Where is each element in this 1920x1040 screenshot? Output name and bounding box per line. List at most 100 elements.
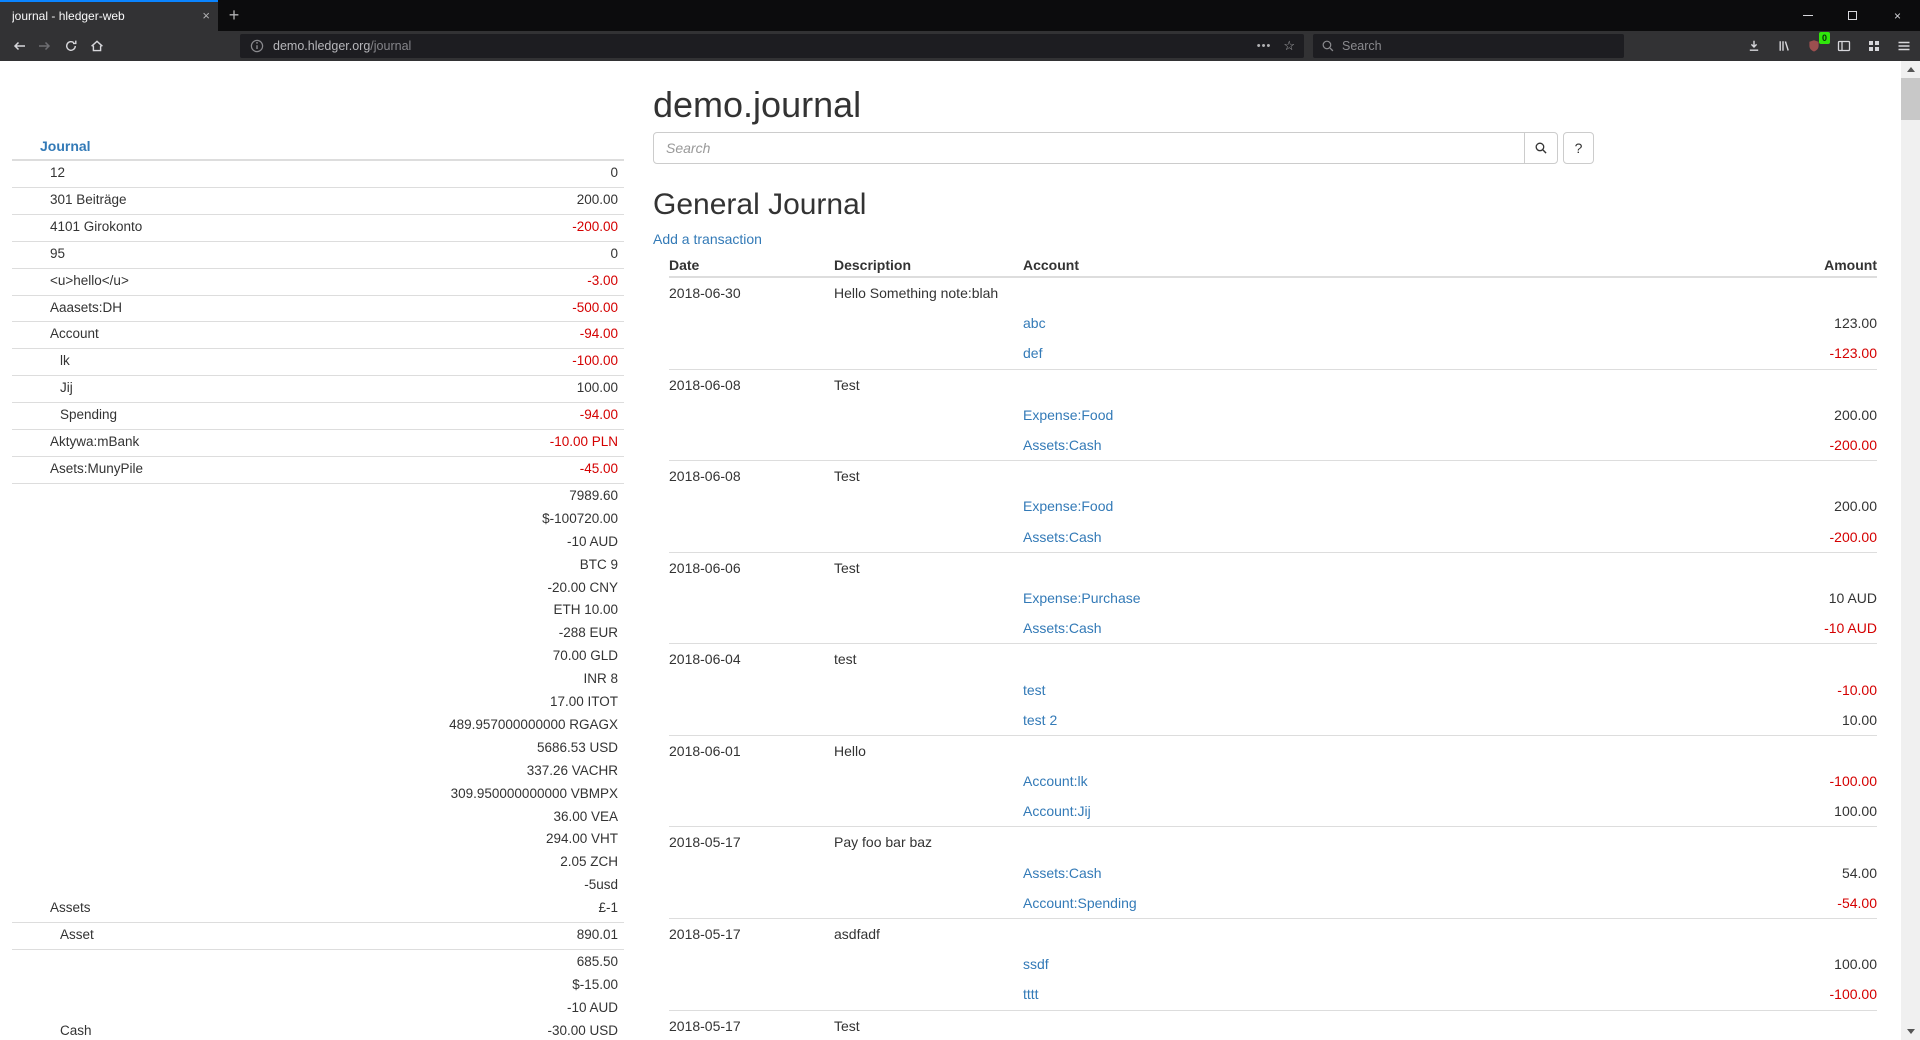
sidebar-account-link[interactable]: Assets bbox=[12, 897, 91, 920]
forward-button[interactable] bbox=[32, 33, 58, 59]
page-scrollbar[interactable] bbox=[1901, 61, 1920, 1040]
sidebar-account-link[interactable]: Jij bbox=[12, 377, 73, 400]
posting-row: Assets:Cash 54.00 bbox=[669, 858, 1877, 888]
blocked-count-badge: 0 bbox=[1819, 32, 1830, 44]
transaction: 2018-06-08TestExpense:Food200.00Assets:C… bbox=[669, 460, 1877, 552]
reload-button[interactable] bbox=[58, 33, 84, 59]
window-minimize-button[interactable] bbox=[1785, 0, 1830, 31]
posting-account-cell: abc bbox=[1023, 315, 1834, 331]
search-help-button[interactable]: ? bbox=[1563, 132, 1594, 164]
sidebar-account-link[interactable]: 95 bbox=[12, 243, 65, 266]
sidebar-account-row: Asset890.01 bbox=[12, 923, 624, 950]
blocker-extension-button[interactable]: 0 bbox=[1802, 34, 1826, 58]
home-button[interactable] bbox=[84, 33, 110, 59]
sidebar-account-balance: -100.00 bbox=[70, 350, 624, 373]
back-button[interactable] bbox=[6, 33, 32, 59]
sidebar-account-link[interactable]: Asset bbox=[12, 924, 94, 947]
sidebar-account-link[interactable]: Spending bbox=[12, 404, 117, 427]
sidebars-button[interactable] bbox=[1832, 34, 1856, 58]
menu-button[interactable] bbox=[1892, 34, 1916, 58]
downloads-button[interactable] bbox=[1742, 34, 1766, 58]
balance-amount: -20.00 CNY bbox=[91, 577, 618, 600]
site-info-icon[interactable] bbox=[249, 38, 265, 54]
posting-account-link[interactable]: Assets:Cash bbox=[1023, 865, 1102, 881]
window-maximize-button[interactable] bbox=[1830, 0, 1875, 31]
posting-account-link[interactable]: Account:Jij bbox=[1023, 803, 1091, 819]
posting-account-cell: ssdf bbox=[1023, 956, 1834, 972]
posting-account-cell: Account:Spending bbox=[1023, 895, 1837, 911]
balance-amount: -500.00 bbox=[122, 297, 618, 320]
sidebar-account-row: 4101 Girokonto-200.00 bbox=[12, 215, 624, 242]
posting-account-link[interactable]: test 2 bbox=[1023, 712, 1057, 728]
url-bar[interactable]: demo.hledger.org/journal ••• ☆ bbox=[240, 34, 1304, 58]
scroll-down-button[interactable] bbox=[1901, 1023, 1920, 1040]
window-close-button[interactable]: × bbox=[1875, 0, 1920, 31]
posting-account-link[interactable]: Assets:Cash bbox=[1023, 437, 1102, 453]
library-icon bbox=[1776, 38, 1792, 54]
posting-amount: -100.00 bbox=[1830, 986, 1877, 1002]
posting-amount: -200.00 bbox=[1830, 437, 1877, 453]
sidebar-account-row: Asets:MunyPile-45.00 bbox=[12, 457, 624, 484]
posting-row: Assets:Cash -200.00 bbox=[669, 430, 1877, 460]
bookmark-star-icon[interactable]: ☆ bbox=[1283, 38, 1295, 54]
library-button[interactable] bbox=[1772, 34, 1796, 58]
balance-amount: -3.00 bbox=[129, 270, 618, 293]
posting-account-link[interactable]: Expense:Purchase bbox=[1023, 590, 1141, 606]
posting-row: Assets:Cash-10 AUD bbox=[669, 613, 1877, 643]
posting-account-link[interactable]: Account:lk bbox=[1023, 773, 1088, 789]
balance-amount: 0 bbox=[65, 162, 618, 185]
posting-account-link[interactable]: Account:Spending bbox=[1023, 895, 1137, 911]
sidebar-account-link[interactable]: 301 Beiträge bbox=[12, 189, 127, 212]
accounts-sidebar: Journal 120 301 Beiträge200.004101 Giroko… bbox=[12, 136, 624, 1040]
balance-amount: -10 AUD bbox=[91, 531, 618, 554]
posting-account-link[interactable]: Assets:Cash bbox=[1023, 620, 1102, 636]
posting-account-link[interactable]: def bbox=[1023, 345, 1042, 361]
journal-search-button[interactable] bbox=[1524, 132, 1558, 164]
sidebar-account-row: 950 bbox=[12, 242, 624, 269]
sidebar-account-link[interactable]: Account bbox=[12, 323, 99, 346]
posting-account-link[interactable]: Expense:Food bbox=[1023, 498, 1113, 514]
extension-button-2[interactable] bbox=[1862, 34, 1886, 58]
sidebar-account-link[interactable]: 12 bbox=[12, 162, 65, 185]
main-panel: demo.journal ? General Journal Add a tra… bbox=[653, 61, 1877, 1040]
posting-account-cell: Assets:Cash bbox=[1023, 437, 1830, 453]
new-tab-button[interactable]: + bbox=[218, 0, 250, 31]
posting-account-link[interactable]: Expense:Food bbox=[1023, 407, 1113, 423]
sidebar-account-link[interactable]: 4101 Girokonto bbox=[12, 216, 142, 239]
sidebar-journal-heading[interactable]: Journal bbox=[12, 136, 624, 161]
url-text[interactable]: demo.hledger.org/journal bbox=[273, 39, 1257, 53]
balance-amount: 36.00 VEA bbox=[91, 806, 618, 829]
sidebar-account-link[interactable]: Aktywa:mBank bbox=[12, 431, 139, 454]
sidebar-account-link[interactable]: Aaasets:DH bbox=[12, 297, 122, 320]
scrollbar-thumb[interactable] bbox=[1901, 78, 1920, 120]
sidebar-account-link[interactable]: Asets:MunyPile bbox=[12, 458, 143, 481]
posting-account-link[interactable]: Assets:Cash bbox=[1023, 529, 1102, 545]
browser-search-box[interactable]: Search bbox=[1313, 34, 1624, 58]
sidebar-account-link[interactable]: <u>hello</u> bbox=[12, 270, 129, 293]
sidebar-account-link[interactable]: lk bbox=[12, 350, 70, 373]
posting-amount: 54.00 bbox=[1842, 865, 1877, 881]
posting-row: test-10.00 bbox=[669, 674, 1877, 704]
balance-amount: -5usd bbox=[91, 874, 618, 897]
balance-amount: ETH 10.00 bbox=[91, 599, 618, 622]
sidebar-account-row: 301 Beiträge200.00 bbox=[12, 188, 624, 215]
scroll-up-button[interactable] bbox=[1901, 61, 1920, 78]
posting-account-link[interactable]: tttt bbox=[1023, 986, 1039, 1002]
sidebar-account-link[interactable]: Cash bbox=[12, 1020, 92, 1040]
page-actions-icon[interactable]: ••• bbox=[1257, 40, 1272, 52]
browser-tab-journal[interactable]: journal - hledger-web × bbox=[0, 0, 218, 31]
transaction-description: Test bbox=[834, 1018, 1877, 1034]
toolbar-icons: 0 bbox=[1742, 34, 1916, 58]
add-transaction-link[interactable]: Add a transaction bbox=[653, 231, 762, 247]
tab-close-icon[interactable]: × bbox=[202, 8, 210, 23]
balance-amount: £-1 bbox=[91, 897, 618, 920]
posting-account-link[interactable]: test bbox=[1023, 682, 1046, 698]
posting-account-link[interactable]: ssdf bbox=[1023, 956, 1049, 972]
journal-table-header: Date Description Account Amount bbox=[669, 255, 1877, 278]
posting-account-link[interactable]: abc bbox=[1023, 315, 1046, 331]
posting-row: Expense:Purchase10 AUD bbox=[669, 583, 1877, 613]
posting-account-cell: test 2 bbox=[1023, 712, 1842, 728]
transaction: 2018-06-06TestExpense:Purchase10 AUDAsse… bbox=[669, 552, 1877, 644]
journal-search-input[interactable] bbox=[653, 132, 1525, 164]
balance-amount: 337.26 VACHR bbox=[91, 760, 618, 783]
